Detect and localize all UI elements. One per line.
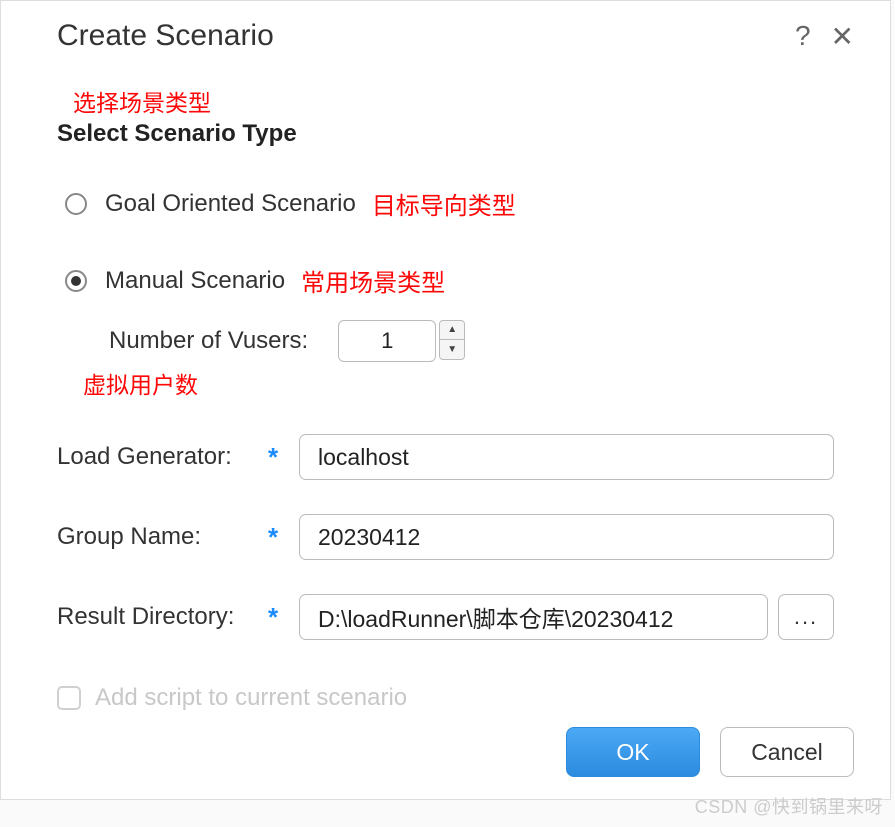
browse-button[interactable]: ... [778,594,834,640]
result-directory-label: Result Directory: [57,603,259,631]
spinner-up-icon[interactable]: ▲ [439,320,465,340]
spinner-buttons: ▲ ▼ [439,320,465,362]
spinner-down-icon[interactable]: ▼ [439,340,465,360]
radio-goal-oriented-label: Goal Oriented Scenario [105,190,356,218]
dialog-title: Create Scenario [57,19,785,53]
required-marker: * [259,602,287,633]
result-directory-row: Result Directory: * ... [57,594,834,640]
group-name-label: Group Name: [57,523,259,551]
group-name-input[interactable] [299,514,834,560]
vusers-input[interactable] [338,320,436,362]
vusers-label: Number of Vusers: [109,327,308,355]
vusers-row: Number of Vusers: ▲ ▼ [109,320,834,362]
vusers-spinner: ▲ ▼ [338,320,465,362]
annotation-select-type: 选择场景类型 [73,84,834,118]
help-icon[interactable]: ? [785,20,821,52]
create-scenario-dialog: Create Scenario ? ✕ 选择场景类型 Select Scenar… [0,0,891,800]
add-script-label: Add script to current scenario [95,684,407,712]
dialog-content: 选择场景类型 Select Scenario Type Goal Oriente… [1,66,890,799]
radio-manual[interactable] [65,270,87,292]
annotation-manual: 常用场景类型 [301,263,445,298]
load-generator-input[interactable] [299,434,834,480]
radio-goal-oriented-row: Goal Oriented Scenario 目标导向类型 [57,186,834,221]
add-script-row: Add script to current scenario [57,684,834,712]
watermark: CSDN @快到锅里来呀 [695,793,883,819]
button-bar: OK Cancel [566,727,854,777]
required-marker: * [259,442,287,473]
result-directory-input[interactable] [299,594,768,640]
section-title: Select Scenario Type [57,120,834,148]
titlebar: Create Scenario ? ✕ [1,1,890,66]
cancel-button[interactable]: Cancel [720,727,854,777]
radio-manual-row: Manual Scenario 常用场景类型 [57,263,834,298]
radio-manual-label: Manual Scenario [105,267,285,295]
annotation-goal-oriented: 目标导向类型 [372,186,516,221]
add-script-checkbox [57,686,81,710]
required-marker: * [259,522,287,553]
radio-goal-oriented[interactable] [65,193,87,215]
close-icon[interactable]: ✕ [821,20,864,53]
load-generator-row: Load Generator: * [57,434,834,480]
ok-button[interactable]: OK [566,727,700,777]
group-name-row: Group Name: * [57,514,834,560]
annotation-vusers: 虚拟用户数 [83,366,834,400]
load-generator-label: Load Generator: [57,443,259,471]
